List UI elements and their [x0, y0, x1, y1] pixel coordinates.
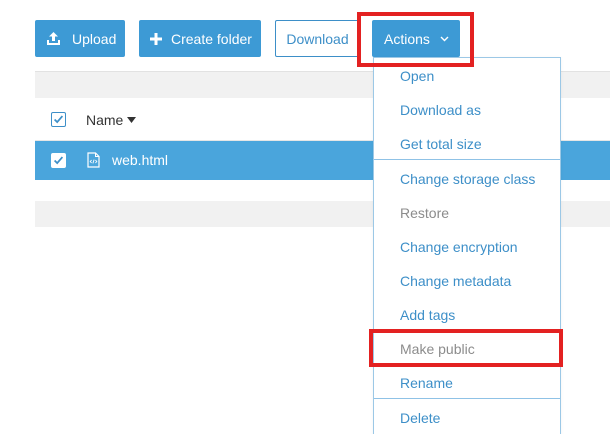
create-folder-button[interactable]: Create folder [139, 20, 261, 57]
menu-item-change-encryption[interactable]: Change encryption [400, 239, 518, 255]
menu-item-change-storage-class[interactable]: Change storage class [400, 171, 535, 187]
chevron-down-icon [440, 36, 449, 42]
menu-item-get-total-size[interactable]: Get total size [400, 136, 482, 152]
menu-divider [374, 159, 560, 160]
actions-button-label: Actions [384, 30, 430, 47]
menu-item-add-tags[interactable]: Add tags [400, 307, 455, 323]
caret-down-icon [127, 117, 137, 123]
name-column-header[interactable]: Name [86, 112, 137, 128]
actions-dropdown-menu: Open Download as Get total size Change s… [373, 57, 561, 434]
menu-item-download-as[interactable]: Download as [400, 102, 481, 118]
actions-button[interactable]: Actions [372, 20, 460, 57]
file-name-link[interactable]: web.html [112, 152, 168, 168]
name-column-label: Name [86, 112, 124, 128]
menu-divider [374, 398, 560, 399]
row-checkbox[interactable] [51, 153, 66, 168]
menu-item-restore: Restore [400, 205, 450, 221]
upload-button-label: Upload [72, 30, 117, 47]
select-all-checkbox[interactable] [51, 112, 66, 127]
menu-item-delete[interactable]: Delete [400, 410, 440, 426]
checkmark-icon [53, 156, 64, 165]
menu-item-change-metadata[interactable]: Change metadata [400, 273, 511, 289]
download-button-label: Download [286, 30, 349, 47]
upload-icon [47, 32, 60, 45]
plus-icon [150, 32, 162, 45]
menu-item-open[interactable]: Open [400, 68, 434, 84]
html-file-icon [87, 152, 100, 168]
download-button[interactable]: Download [275, 20, 360, 57]
upload-button[interactable]: Upload [35, 20, 125, 57]
menu-item-rename[interactable]: Rename [400, 375, 453, 391]
create-folder-button-label: Create folder [171, 30, 252, 47]
menu-item-make-public: Make public [400, 341, 475, 357]
checkmark-icon [53, 115, 64, 124]
